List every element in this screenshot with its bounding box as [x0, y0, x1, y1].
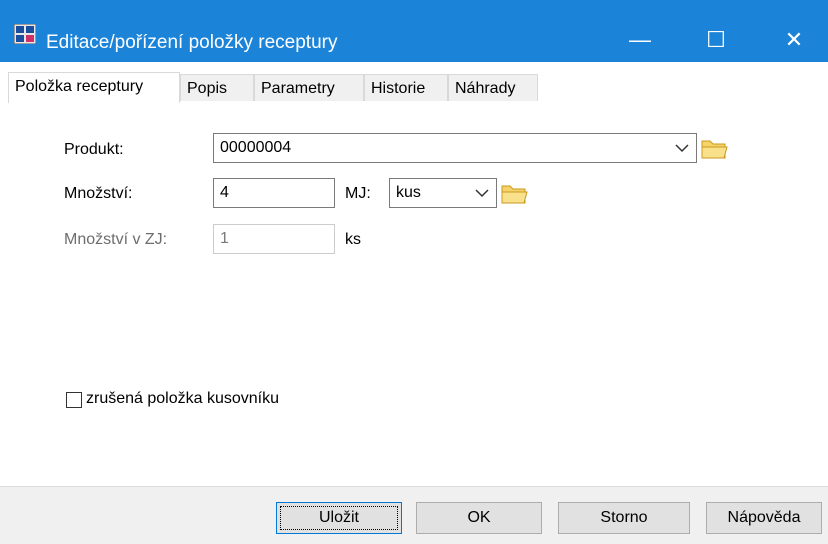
produkt-value: 00000004 — [220, 139, 292, 156]
ok-button[interactable]: OK — [416, 502, 542, 534]
tab-polozka-receptury[interactable]: Položka receptury — [8, 72, 180, 103]
tab-strip: Položka receptury Popis Parametry Histor… — [8, 72, 820, 103]
mj-combobox[interactable]: kus — [389, 178, 497, 208]
chevron-down-icon[interactable] — [672, 134, 692, 162]
window-title: Editace/pořízení položky receptury — [46, 32, 338, 53]
zj-unit-label: ks — [345, 231, 361, 248]
tab-popis[interactable]: Popis — [180, 74, 254, 101]
button-bar: Uložit OK Storno Nápověda — [0, 486, 828, 544]
mnozstvi-zj-input: 1 — [213, 224, 335, 254]
zrusena-checkbox-label[interactable]: zrušená položka kusovníku — [86, 390, 279, 408]
minimize-button[interactable]: — — [610, 20, 670, 60]
mj-value: kus — [396, 184, 421, 201]
close-button[interactable]: ✕ — [764, 20, 824, 60]
produkt-label: Produkt: — [64, 141, 124, 158]
produkt-folder-icon[interactable] — [700, 135, 728, 161]
maximize-button[interactable]: ☐ — [686, 20, 746, 60]
title-bar[interactable]: Editace/pořízení položky receptury — ☐ ✕ — [0, 0, 828, 62]
zrusena-checkbox[interactable] — [66, 392, 82, 408]
tab-nahrady[interactable]: Náhrady — [448, 74, 538, 101]
tab-parametry[interactable]: Parametry — [254, 74, 364, 101]
tab-historie[interactable]: Historie — [364, 74, 448, 101]
produkt-combobox[interactable]: 00000004 — [213, 133, 697, 163]
save-button[interactable]: Uložit — [276, 502, 402, 534]
cancel-button[interactable]: Storno — [558, 502, 690, 534]
save-button-label: Uložit — [318, 509, 359, 526]
app-icon — [13, 23, 37, 45]
mj-label: MJ: — [345, 185, 371, 202]
mnozstvi-input[interactable]: 4 — [213, 178, 335, 208]
mnozstvi-label: Množství: — [64, 185, 133, 202]
mnozstvi-zj-label: Množství v ZJ: — [64, 231, 168, 248]
chevron-down-icon[interactable] — [472, 179, 492, 207]
help-button[interactable]: Nápověda — [706, 502, 822, 534]
mj-folder-icon[interactable] — [500, 180, 528, 206]
